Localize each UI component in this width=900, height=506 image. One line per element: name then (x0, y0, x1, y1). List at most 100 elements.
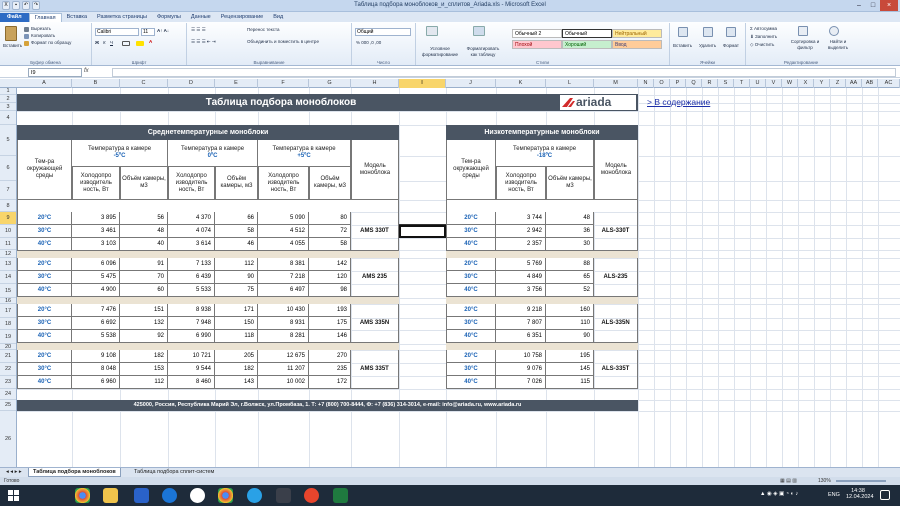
column-header-AA[interactable]: AA (846, 79, 862, 88)
column-header-W[interactable]: W (782, 79, 798, 88)
style-normal2[interactable]: Обычный 2 (512, 29, 562, 38)
app-icon-red[interactable] (304, 488, 319, 503)
sort-filter-button[interactable]: Сортировка и фильтр (790, 39, 820, 51)
row-header-8[interactable]: 8 (0, 200, 16, 212)
align-left-icon[interactable]: ☰ ☰ ☰ ⇤ ⇥ (191, 39, 216, 45)
view-buttons-icon[interactable]: ▦ ▤ ▥ (780, 477, 797, 485)
bold-icon[interactable]: Ж (95, 40, 99, 46)
app-icon-j[interactable] (190, 488, 205, 503)
column-header-G[interactable]: G (309, 79, 351, 88)
insert-cells-button[interactable]: Вставить (673, 43, 692, 49)
minimize-icon[interactable]: – (852, 0, 866, 11)
column-header-R[interactable]: R (702, 79, 718, 88)
underline-icon[interactable]: Ч (110, 40, 113, 46)
column-header-V[interactable]: V (766, 79, 782, 88)
find-select-button[interactable]: Найти и выделить (823, 39, 853, 51)
column-header-A[interactable]: A (17, 79, 72, 88)
style-bad[interactable]: Плохой (512, 40, 562, 49)
notifications-icon[interactable] (880, 490, 890, 500)
column-header-K[interactable]: K (496, 79, 546, 88)
row-header-21[interactable]: 21 (0, 350, 16, 363)
row-header-24[interactable]: 24 (0, 389, 16, 400)
maximize-icon[interactable]: □ (866, 0, 880, 11)
fx-icon[interactable]: fx (84, 68, 110, 77)
row-header-3[interactable]: 3 (0, 103, 16, 111)
delete-cells-icon[interactable] (703, 27, 713, 37)
ribbon-tab-4[interactable]: Формулы (152, 13, 186, 22)
column-header-S[interactable]: S (718, 79, 734, 88)
column-header-Z[interactable]: Z (830, 79, 846, 88)
insert-cells-icon[interactable] (678, 27, 688, 37)
row-header-1[interactable]: 1 (0, 88, 16, 95)
paste-icon[interactable] (5, 26, 17, 41)
format-cells-button[interactable]: Формат (723, 43, 739, 49)
row-header-25[interactable]: 25 (0, 400, 16, 411)
folder-icon[interactable] (103, 488, 118, 503)
ribbon-tab-7[interactable]: Вид (268, 13, 288, 22)
zoom-level[interactable]: 130% (818, 477, 831, 485)
grow-font-icon[interactable]: A↑ A↓ (157, 28, 169, 34)
column-header-Q[interactable]: Q (686, 79, 702, 88)
sheet-tab-1[interactable]: Таблица подбора сплит-систем (130, 468, 218, 477)
clock[interactable]: 14:38 12.04.2024 (846, 488, 874, 500)
row-header-6[interactable]: 6 (0, 156, 16, 181)
row-header-17[interactable]: 17 (0, 304, 16, 318)
formula-input[interactable] (112, 68, 896, 77)
app-icon-dark[interactable] (276, 488, 291, 503)
italic-icon[interactable]: К (103, 40, 106, 46)
row-header-23[interactable]: 23 (0, 376, 16, 389)
number-format-select[interactable]: Общий (355, 28, 411, 36)
language-indicator[interactable]: ENG (828, 492, 840, 498)
column-header-T[interactable]: T (734, 79, 750, 88)
column-header-E[interactable]: E (215, 79, 258, 88)
row-header-13[interactable]: 13 (0, 258, 16, 271)
row-header-19[interactable]: 19 (0, 330, 16, 344)
autosum-button[interactable]: Σ Автосумма (750, 26, 777, 32)
column-header-P[interactable]: P (670, 79, 686, 88)
telegram-icon[interactable] (247, 488, 262, 503)
chrome-icon-2[interactable] (218, 488, 233, 503)
format-painter-button[interactable]: Формат по образцу (31, 40, 71, 46)
app-icon-circle[interactable] (162, 488, 177, 503)
ribbon-tab-0[interactable]: Файл (0, 13, 29, 22)
ribbon-tab-6[interactable]: Рецензирование (216, 13, 268, 22)
ribbon-tab-2[interactable]: Вставка (62, 13, 92, 22)
clear-button[interactable]: ◇ Очистить (750, 42, 774, 48)
format-as-table-button[interactable]: Форматировать как таблицу (464, 46, 502, 58)
row-header-11[interactable]: 11 (0, 238, 16, 250)
row-header-22[interactable]: 22 (0, 363, 16, 376)
ribbon-tab-3[interactable]: Разметка страницы (92, 13, 152, 22)
format-as-table-icon[interactable] (473, 26, 485, 36)
fill-color-icon[interactable] (136, 41, 144, 46)
align-top-icon[interactable]: ☰ ☰ ☰ (191, 27, 206, 33)
column-header-U[interactable]: U (750, 79, 766, 88)
fill-button[interactable]: ⬇ Заполнить (750, 34, 777, 40)
row-header-4[interactable]: 4 (0, 111, 16, 125)
column-header-I[interactable]: I (399, 79, 446, 88)
copy-button[interactable]: Копировать (31, 33, 55, 39)
column-header-B[interactable]: B (72, 79, 120, 88)
contents-link[interactable]: > В содержание (647, 97, 710, 107)
conditional-format-icon[interactable] (426, 26, 438, 36)
sheet-tab-0[interactable]: Таблица подбора моноблоков (28, 468, 121, 477)
column-header-F[interactable]: F (258, 79, 309, 88)
app-icon-blue[interactable] (134, 488, 149, 503)
style-neutral[interactable]: Нейтральный (612, 29, 662, 38)
find-icon[interactable] (829, 26, 839, 36)
selected-cell[interactable] (399, 225, 446, 238)
column-header-X[interactable]: X (798, 79, 814, 88)
close-icon[interactable]: × (880, 0, 898, 11)
row-header-15[interactable]: 15 (0, 284, 16, 298)
font-color-icon[interactable]: A (149, 39, 152, 45)
zoom-slider[interactable] (836, 480, 886, 482)
ribbon-tab-5[interactable]: Данные (186, 13, 216, 22)
tray-icons[interactable]: ▲ ◉ ◈ ▣ ◔ ◐ ♪ (760, 491, 798, 497)
wrap-text-button[interactable]: Перенос текста (247, 27, 280, 33)
paste-button[interactable]: Вставить (3, 43, 22, 49)
sort-filter-icon[interactable] (798, 26, 808, 36)
row-header-7[interactable]: 7 (0, 181, 16, 200)
delete-cells-button[interactable]: Удалить (699, 43, 716, 49)
style-input[interactable]: Ввод (612, 40, 662, 49)
style-good[interactable]: Хороший (562, 40, 612, 49)
column-header-O[interactable]: O (654, 79, 670, 88)
